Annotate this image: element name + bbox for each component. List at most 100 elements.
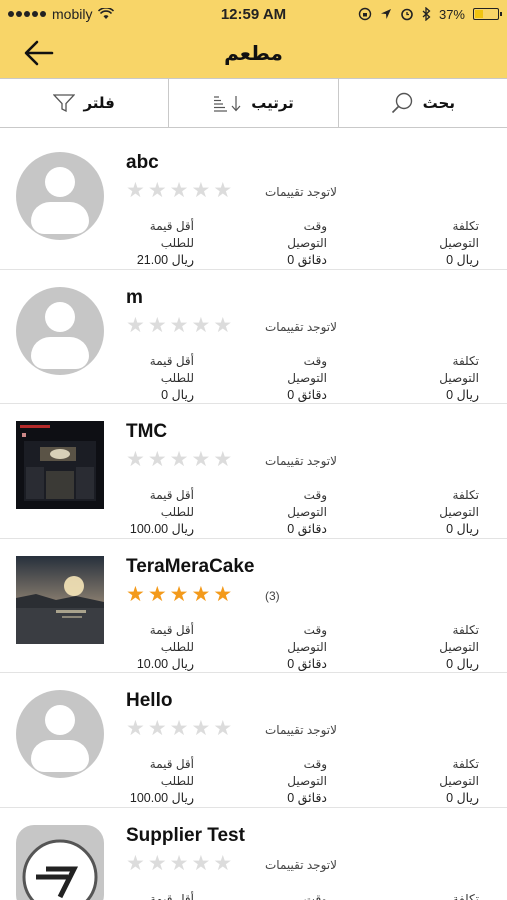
restaurant-photo	[16, 421, 104, 509]
back-button[interactable]	[22, 36, 56, 70]
min-order-label: أقل قيمة للطلب	[149, 219, 194, 250]
delivery-cost-label: تكلفة التوصيل	[439, 488, 479, 519]
rating-text: لاتوجد تقييمات	[265, 857, 337, 872]
delivery-time-label: وقت التوصيل	[287, 219, 327, 250]
min-order-label: أقل قيمة للطلب	[149, 488, 194, 519]
sort-label: ترتيب	[251, 95, 294, 112]
rating-star-icon: ★	[147, 448, 167, 471]
rating-star-icon: ★	[191, 179, 211, 202]
delivery-time-label: وقت التوصيل	[287, 353, 327, 385]
restaurant-list: abc ★ ★ ★ ★ ★ لاتوجد تقييمات أقل قيمة للطلب …	[0, 135, 507, 900]
battery-percent: 37%	[438, 6, 465, 22]
back-arrow-icon	[24, 40, 54, 66]
rating-stars: ★ ★ ★ ★ ★	[126, 584, 232, 605]
rating-star-icon: ★	[169, 448, 189, 471]
rating-stars: ★ ★ ★ ★ ★	[126, 180, 232, 201]
min-order-value: ريال 100.00	[129, 791, 194, 805]
delivery-time-value: 0 دقائق	[287, 791, 327, 805]
min-order-value: ريال 100.00	[129, 522, 194, 536]
restaurant-thumbnail	[16, 421, 104, 509]
restaurant-name: abc	[126, 152, 159, 173]
delivery-cost-label: تكلفة التوصيل	[439, 622, 479, 654]
delivery-cost-value: ريال 0	[446, 387, 479, 402]
avatar-placeholder-icon	[16, 690, 104, 778]
search-icon	[391, 92, 412, 114]
search-button[interactable]: بحث	[339, 79, 507, 127]
restaurant-row[interactable]: TeraMeraCake ★ ★ ★ ★ ★ (3) أقل قيمة للطلب ري…	[0, 539, 507, 673]
rating-star-icon: ★	[126, 582, 145, 606]
min-order-block: أقل قيمة للطلب	[126, 891, 194, 900]
restaurant-photo	[16, 555, 104, 644]
rating-star-icon: ★	[169, 179, 189, 202]
rotation-lock-icon	[358, 7, 372, 21]
restaurant-name: Hello	[126, 690, 173, 711]
delivery-time-block: وقت التوصيل 0 دقائق	[265, 622, 327, 673]
delivery-time-block: وقت التوصيل 0 دقائق	[265, 218, 327, 269]
restaurant-row[interactable]: Supplier Test ★ ★ ★ ★ ★ لاتوجد تقييمات أقل ق…	[0, 808, 507, 900]
rating-star-icon: ★	[191, 851, 211, 875]
delivery-cost-label: تكلفة التوصيل	[439, 353, 479, 385]
restaurant-thumbnail	[16, 286, 104, 375]
delivery-time-value: 0 دقائق	[287, 656, 327, 671]
avatar-placeholder-icon	[16, 286, 104, 375]
filter-button[interactable]: فلتر	[0, 79, 170, 127]
delivery-cost-block: تكلفة التوصيل	[415, 891, 479, 900]
restaurant-thumbnail	[16, 824, 104, 900]
delivery-time-block: وقت التوصيل 0 دقائق	[265, 353, 327, 404]
rating-text: لاتوجد تقييمات	[265, 723, 337, 737]
delivery-time-label: وقت التوصيل	[287, 757, 327, 788]
sort-button[interactable]: ترتيب	[169, 79, 339, 127]
delivery-cost-value: ريال 0	[446, 791, 479, 805]
rating-star-icon: ★	[191, 313, 211, 337]
min-order-value: ريال 10.00	[136, 656, 194, 671]
min-order-block: أقل قيمة للطلب ريال 0	[126, 353, 194, 404]
rating-star-icon: ★	[191, 717, 211, 740]
restaurant-row[interactable]: m ★ ★ ★ ★ ★ لاتوجد تقييمات أقل قيمة للطلب ري…	[0, 270, 507, 404]
rating-text: (3)	[265, 588, 280, 603]
delivery-time-value: 0 دقائق	[287, 253, 327, 267]
location-icon	[380, 9, 391, 19]
rating-text: لاتوجد تقييمات	[265, 454, 337, 468]
rating-star-icon: ★	[213, 179, 233, 202]
min-order-block: أقل قيمة للطلب ريال 100.00	[126, 756, 194, 807]
restaurant-row[interactable]: abc ★ ★ ★ ★ ★ لاتوجد تقييمات أقل قيمة للطلب …	[0, 135, 507, 270]
rating-star-icon: ★	[213, 313, 233, 337]
restaurant-row[interactable]: TMC ★ ★ ★ ★ ★ لاتوجد تقييمات أقل قيمة للطلب …	[0, 404, 507, 539]
restaurant-row[interactable]: Hello ★ ★ ★ ★ ★ لاتوجد تقييمات أقل قيمة للطل…	[0, 673, 507, 808]
min-order-block: أقل قيمة للطلب ريال 100.00	[126, 487, 194, 538]
rating-star-icon: ★	[147, 582, 167, 606]
filter-funnel-icon	[53, 94, 76, 112]
status-bar: mobily 12:59 AM 37%	[0, 0, 507, 28]
min-order-label: أقل قيمة للطلب	[149, 353, 194, 385]
delivery-cost-block: تكلفة التوصيل ريال 0	[415, 487, 479, 538]
min-order-value: ريال 21.00	[136, 253, 194, 267]
restaurant-name: Supplier Test	[126, 824, 245, 846]
rating-star-icon: ★	[126, 179, 145, 202]
rating-star-icon: ★	[191, 448, 211, 471]
delivery-cost-label: تكلفة التوصيل	[452, 891, 479, 900]
rating-star-icon: ★	[169, 313, 189, 337]
rating-text: لاتوجد تقييمات	[265, 185, 337, 199]
bluetooth-icon	[422, 7, 431, 21]
delivery-cost-value: ريال 0	[446, 522, 479, 536]
delivery-time-value: 0 دقائق	[287, 387, 327, 402]
delivery-cost-label: تكلفة التوصيل	[439, 219, 479, 250]
delivery-cost-block: تكلفة التوصيل ريال 0	[415, 756, 479, 807]
rating-star-icon: ★	[147, 717, 167, 740]
rating-star-icon: ★	[147, 179, 167, 202]
min-order-block: أقل قيمة للطلب ريال 21.00	[126, 218, 194, 269]
delivery-cost-block: تكلفة التوصيل ريال 0	[415, 218, 479, 269]
min-order-label: أقل قيمة للطلب	[149, 891, 194, 900]
restaurant-name: TeraMeraCake	[126, 555, 255, 577]
rating-text: لاتوجد تقييمات	[265, 319, 337, 334]
battery-icon	[473, 8, 502, 20]
rating-star-icon: ★	[126, 313, 145, 337]
alarm-icon	[401, 8, 413, 21]
min-order-value: ريال 0	[161, 387, 194, 402]
min-order-label: أقل قيمة للطلب	[149, 622, 194, 654]
rating-star-icon: ★	[213, 717, 233, 740]
min-order-block: أقل قيمة للطلب ريال 10.00	[126, 622, 194, 673]
delivery-cost-label: تكلفة التوصيل	[439, 757, 479, 788]
rating-stars: ★ ★ ★ ★ ★	[126, 449, 232, 470]
rating-stars: ★ ★ ★ ★ ★	[126, 315, 232, 336]
